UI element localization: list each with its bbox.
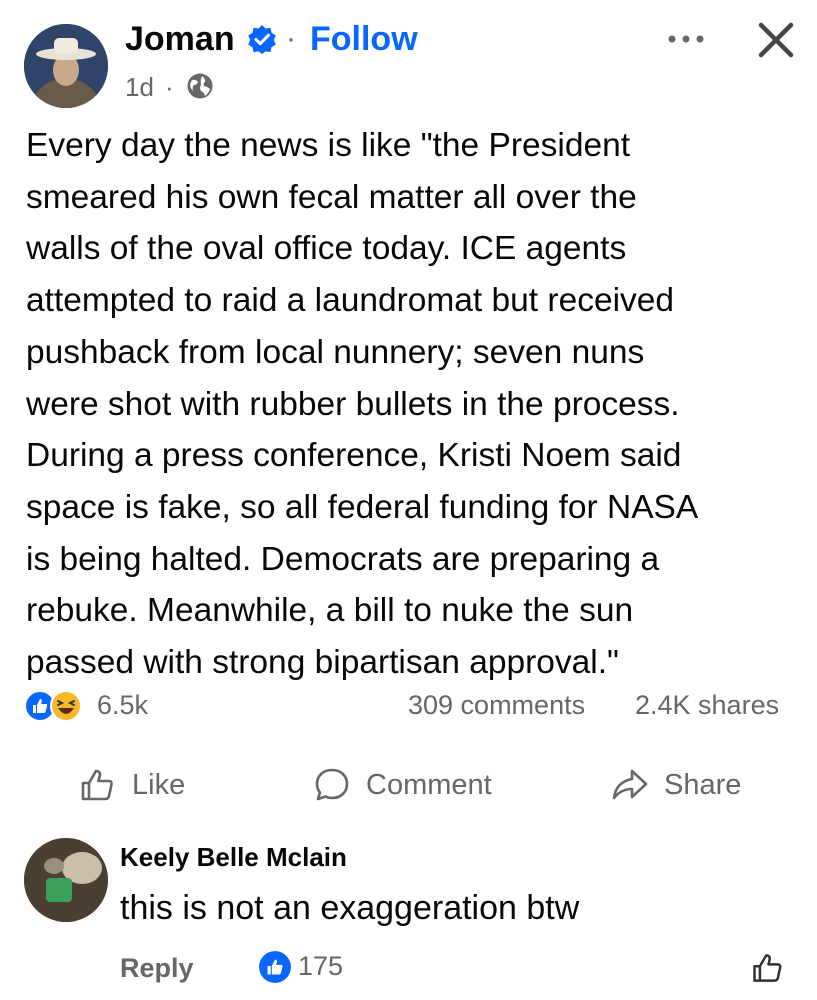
like-button[interactable]: Like bbox=[78, 760, 185, 810]
commenter-avatar[interactable] bbox=[24, 838, 108, 922]
verified-badge-icon bbox=[247, 24, 277, 54]
share-arrow-icon bbox=[612, 769, 648, 800]
comment-like-button-icon[interactable] bbox=[750, 950, 786, 986]
comments-count[interactable]: 309 comments bbox=[408, 687, 585, 723]
globe-icon bbox=[186, 72, 214, 100]
comment-text: this is not an exaggeration btw bbox=[120, 889, 580, 927]
comment-button[interactable]: Comment bbox=[312, 760, 492, 810]
post-text: Every day the news is like "the Presiden… bbox=[26, 127, 699, 682]
shares-count[interactable]: 2.4K shares bbox=[635, 687, 779, 723]
close-icon[interactable] bbox=[756, 20, 796, 60]
share-button[interactable]: Share bbox=[610, 760, 741, 810]
comment-label: Comment bbox=[366, 768, 492, 801]
share-label: Share bbox=[664, 768, 742, 801]
post-timestamp[interactable]: 1d bbox=[125, 70, 154, 104]
comment-like-count[interactable]: 175 bbox=[298, 948, 343, 984]
follow-button[interactable]: Follow bbox=[310, 17, 418, 61]
commenter-name[interactable]: Keely Belle Mclain bbox=[120, 840, 347, 874]
author-name[interactable]: Joman bbox=[125, 17, 235, 61]
haha-reaction-icon[interactable] bbox=[50, 690, 82, 722]
more-options-icon[interactable] bbox=[664, 24, 708, 54]
reply-button[interactable]: Reply bbox=[120, 950, 194, 986]
comment-like-reaction-icon[interactable] bbox=[258, 950, 292, 984]
comment-bubble-icon bbox=[315, 768, 349, 801]
thumbs-up-icon bbox=[81, 769, 113, 801]
author-avatar[interactable] bbox=[24, 24, 108, 108]
timestamp-separator: · bbox=[165, 72, 174, 102]
header-separator: · bbox=[286, 22, 296, 55]
reaction-count[interactable]: 6.5k bbox=[97, 687, 148, 723]
like-label: Like bbox=[132, 768, 186, 801]
